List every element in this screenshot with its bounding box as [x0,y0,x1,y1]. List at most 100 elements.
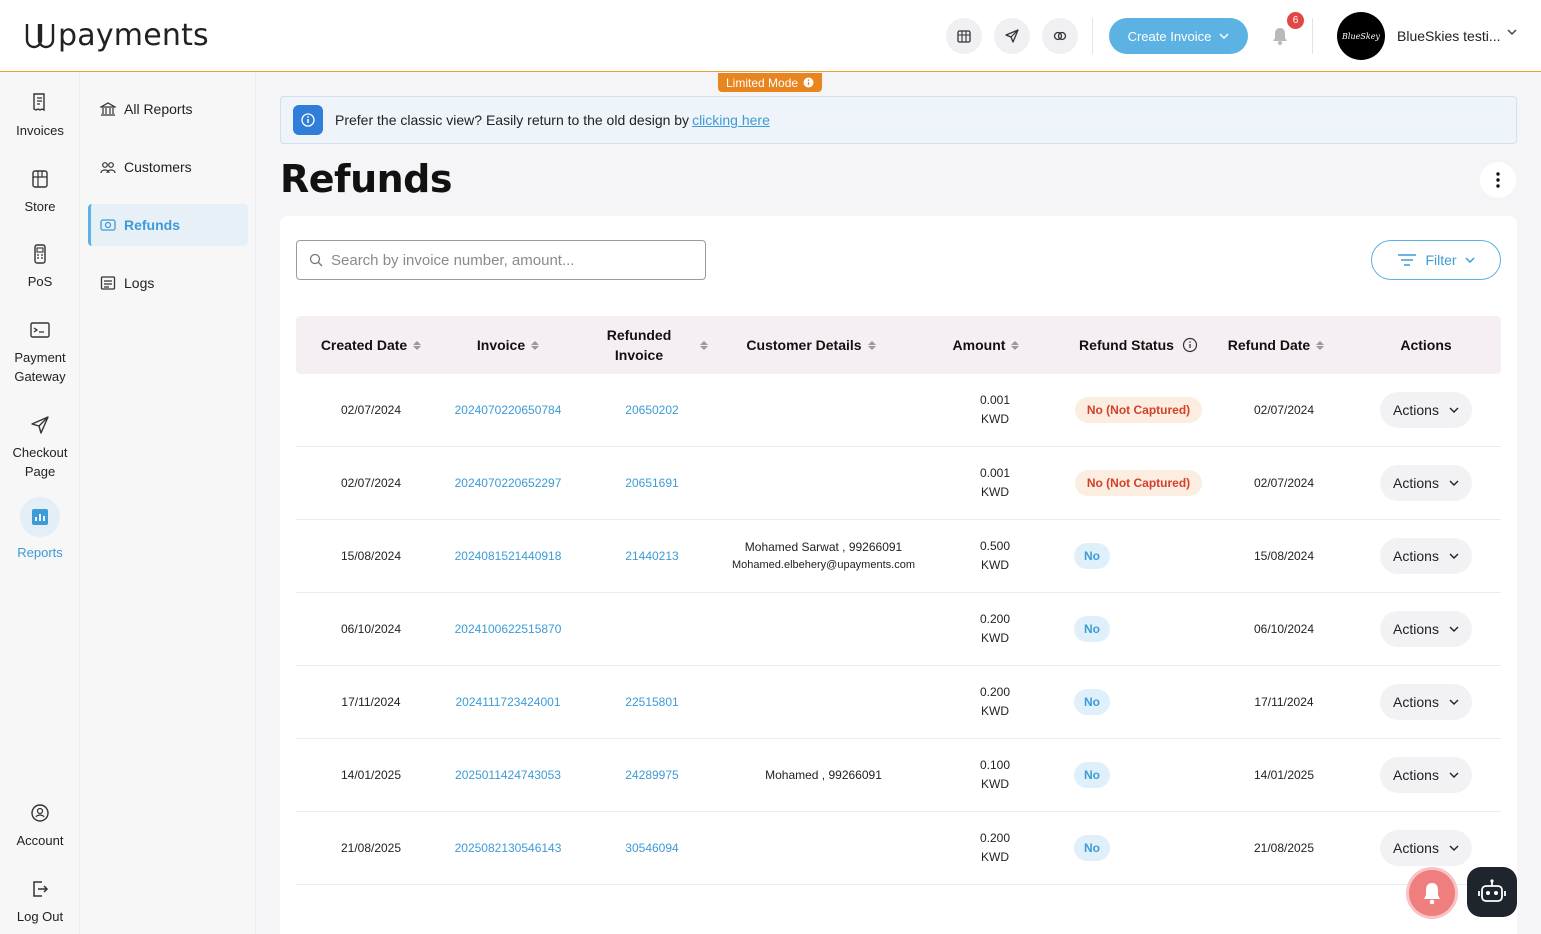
actions-button[interactable]: Actions [1380,830,1472,866]
column-header-label: Refunded Invoice [606,327,672,363]
invoice-link[interactable]: 2024100622515870 [446,593,570,665]
notification-fab[interactable] [1406,867,1458,919]
refund-status-cell: No [1066,739,1118,811]
invoice-link[interactable]: 2025082130546143 [446,812,570,884]
column-header-refund-status[interactable]: Refund Status [1066,316,1211,374]
subnav-item-refunds[interactable]: Refunds [88,204,248,246]
invoice-link[interactable]: 2024070220652297 [446,447,570,519]
refunded-invoice-link[interactable]: 21440213 [596,520,708,592]
robot-icon [1478,879,1506,902]
table-row: 17/11/2024 2024111723424001 22515801 0.2… [296,666,1501,739]
send-icon [31,416,49,434]
customer-details-cell: Mohamed , 99266091 [716,739,931,811]
more-options-button[interactable] [1480,162,1516,198]
search-input[interactable] [331,251,691,269]
invoice-link[interactable]: 2025011424743053 [446,739,570,811]
rail-item-store[interactable]: Store [0,167,80,216]
customer-details-cell [716,374,931,446]
refunded-invoice-link[interactable] [596,593,708,665]
rail-item-invoices[interactable]: Invoices [0,91,80,140]
create-invoice-button[interactable]: Create Invoice [1109,18,1248,54]
actions-button[interactable]: Actions [1380,465,1472,501]
classic-view-notice: Prefer the classic view? Easily return t… [280,96,1517,144]
upayments-logo[interactable]: payments [24,18,209,53]
link-shortcut-button[interactable] [1042,18,1078,54]
subnav-item-logs[interactable]: Logs [88,262,248,304]
column-header-refunded-invoice[interactable]: Refunded Invoice [596,316,716,374]
amount-currency: KWD [981,631,1009,645]
actions-cell: Actions [1380,447,1472,519]
refunded-invoice-link[interactable]: 20651691 [596,447,708,519]
amount-currency: KWD [981,850,1009,864]
top-header: payments Create Invoice 6 BlueSkey BlueS… [0,0,1541,72]
subnav-item-customers[interactable]: Customers [88,146,248,188]
search-box[interactable] [296,240,706,280]
amount-currency: KWD [981,704,1009,718]
chatbot-button[interactable] [1467,867,1517,917]
rail-item-pos[interactable]: PoS [0,242,80,291]
rail-item-logout[interactable]: Log Out [0,877,80,926]
rail-item-payment-gateway[interactable]: Payment Gateway [0,318,80,386]
refund-date-cell: 15/08/2024 [1253,549,1315,563]
rail-item-reports[interactable]: Reports [0,497,80,562]
filter-button[interactable]: Filter [1371,240,1501,280]
sort-icon[interactable] [531,340,540,350]
user-name[interactable]: BlueSkies testi... [1397,28,1501,44]
refund-icon [100,219,116,231]
create-invoice-label: Create Invoice [1127,28,1212,44]
refunded-invoice-link[interactable]: 22515801 [596,666,708,738]
chevron-down-icon [1219,33,1229,39]
info-icon[interactable] [1182,337,1198,353]
avatar[interactable]: BlueSkey [1337,12,1385,60]
invoice-link[interactable]: 2024070220650784 [446,374,570,446]
column-header-label: Actions [1400,337,1452,353]
gateway-icon [30,322,50,338]
invoice-link[interactable]: 2024081521440918 [446,520,570,592]
table-row: 02/07/2024 2024070220650784 20650202 0.0… [296,374,1501,447]
sort-icon[interactable] [1316,340,1325,350]
reports-subnav: All Reports Customers Refunds Logs [80,73,256,934]
refund-date-cell: 14/01/2025 [1253,768,1315,782]
column-header-amount[interactable]: Amount [936,316,1036,374]
rail-item-label: PoS [27,274,53,289]
column-header-invoice[interactable]: Invoice [446,316,570,374]
table-row: 14/01/2025 2025011424743053 24289975 Moh… [296,739,1501,812]
sort-icon[interactable] [700,340,708,350]
filter-icon [1398,254,1417,266]
rail-item-checkout-page[interactable]: Checkout Page [0,413,80,481]
sort-icon[interactable] [1011,340,1020,350]
column-header-refund-date[interactable]: Refund Date [1221,316,1331,374]
refunded-invoice-link[interactable]: 30546094 [596,812,708,884]
subnav-item-all-reports[interactable]: All Reports [88,88,248,130]
invoice-link[interactable]: 2024111723424001 [446,666,570,738]
chevron-down-icon[interactable] [1506,28,1518,36]
refunded-invoice-link[interactable]: 24289975 [596,739,708,811]
column-header-created-date[interactable]: Created Date [306,316,436,374]
amount-cell: 0.200 KWD [936,812,1054,884]
store-shortcut-button[interactable] [946,18,982,54]
status-badge: No [1074,616,1110,642]
actions-button[interactable]: Actions [1380,684,1472,720]
amount-currency: KWD [981,558,1009,572]
rail-item-label: Payment Gateway [14,350,66,384]
table-header: Created Date Invoice Refunded Invoice Cu… [296,316,1501,374]
actions-button[interactable]: Actions [1380,392,1472,428]
classic-view-link[interactable]: clicking here [692,112,770,128]
actions-label: Actions [1393,767,1439,783]
customer-details-cell [716,666,931,738]
refunded-invoice-link[interactable]: 20650202 [596,374,708,446]
rail-item-label: Reports [17,545,63,560]
bell-icon [1424,883,1440,905]
actions-button[interactable]: Actions [1380,611,1472,647]
column-header-customer-details[interactable]: Customer Details [736,316,886,374]
amount-currency: KWD [981,777,1009,791]
amount-currency: KWD [981,412,1009,426]
send-shortcut-button[interactable] [994,18,1030,54]
actions-button[interactable]: Actions [1380,757,1472,793]
actions-button[interactable]: Actions [1380,538,1472,574]
sort-icon[interactable] [413,340,422,350]
rail-item-account[interactable]: Account [0,801,80,850]
limited-mode-badge[interactable]: Limited Mode [718,73,823,92]
column-header-label: Customer Details [746,337,862,353]
sort-icon[interactable] [867,340,876,350]
